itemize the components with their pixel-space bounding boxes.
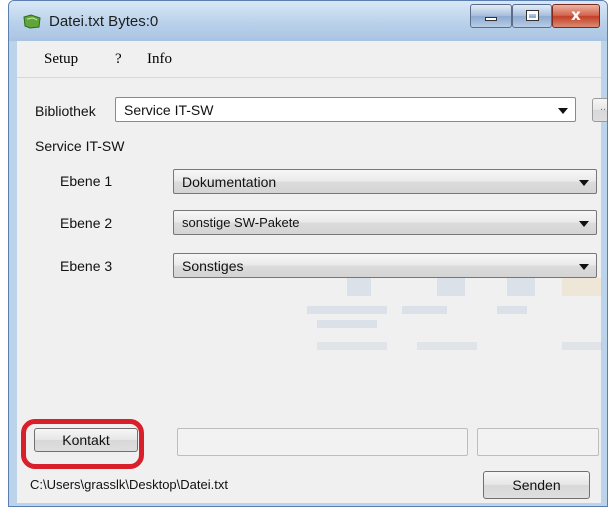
app-icon	[23, 14, 41, 29]
minimize-icon	[485, 17, 497, 21]
window-title: Datei.txt Bytes:0	[49, 13, 159, 30]
chevron-down-icon	[579, 180, 589, 186]
group-title: Service IT-SW	[35, 138, 125, 154]
progress-field	[177, 428, 468, 456]
background-watermark	[307, 278, 602, 350]
close-icon: x	[571, 6, 581, 24]
title-bar[interactable]: Datei.txt Bytes:0 x	[9, 1, 607, 41]
maximize-icon	[526, 10, 539, 21]
file-path: C:\Users\grasslk\Desktop\Datei.txt	[30, 477, 228, 492]
chevron-down-icon	[558, 108, 568, 114]
minimize-button[interactable]	[470, 4, 512, 28]
ebene-1-value: Dokumentation	[182, 174, 277, 190]
browse-button[interactable]: ..	[592, 98, 607, 122]
bibliothek-value: Service IT-SW	[124, 102, 214, 118]
menu-bar: Setup ? Info	[17, 41, 601, 78]
annotation-highlight	[21, 419, 144, 469]
ebene-2-label: Ebene 2	[60, 215, 113, 231]
ebene-1-select[interactable]: Dokumentation	[173, 169, 597, 194]
ebene-2-select[interactable]: sonstige SW-Pakete	[173, 210, 597, 235]
chevron-down-icon	[579, 221, 589, 227]
app-window: Datei.txt Bytes:0 x Setup ? Info Bibliot…	[8, 0, 608, 507]
menu-info[interactable]: Info	[147, 51, 172, 68]
ebene-3-select[interactable]: Sonstiges	[173, 253, 597, 278]
browse-label: ..	[599, 101, 607, 113]
senden-label: Senden	[512, 477, 561, 493]
maximize-button[interactable]	[512, 4, 552, 28]
status-field	[477, 428, 599, 456]
close-button[interactable]: x	[552, 4, 600, 28]
bibliothek-label: Bibliothek	[35, 103, 96, 119]
ebene-3-label: Ebene 3	[60, 258, 113, 274]
chevron-down-icon	[579, 264, 589, 270]
ebene-1-label: Ebene 1	[60, 173, 113, 189]
ebene-2-value: sonstige SW-Pakete	[182, 215, 300, 230]
menu-help[interactable]: ?	[115, 51, 122, 68]
menu-setup[interactable]: Setup	[44, 51, 78, 68]
senden-button[interactable]: Senden	[483, 471, 590, 499]
ebene-3-value: Sonstiges	[182, 258, 244, 274]
bibliothek-select[interactable]: Service IT-SW	[115, 97, 576, 122]
